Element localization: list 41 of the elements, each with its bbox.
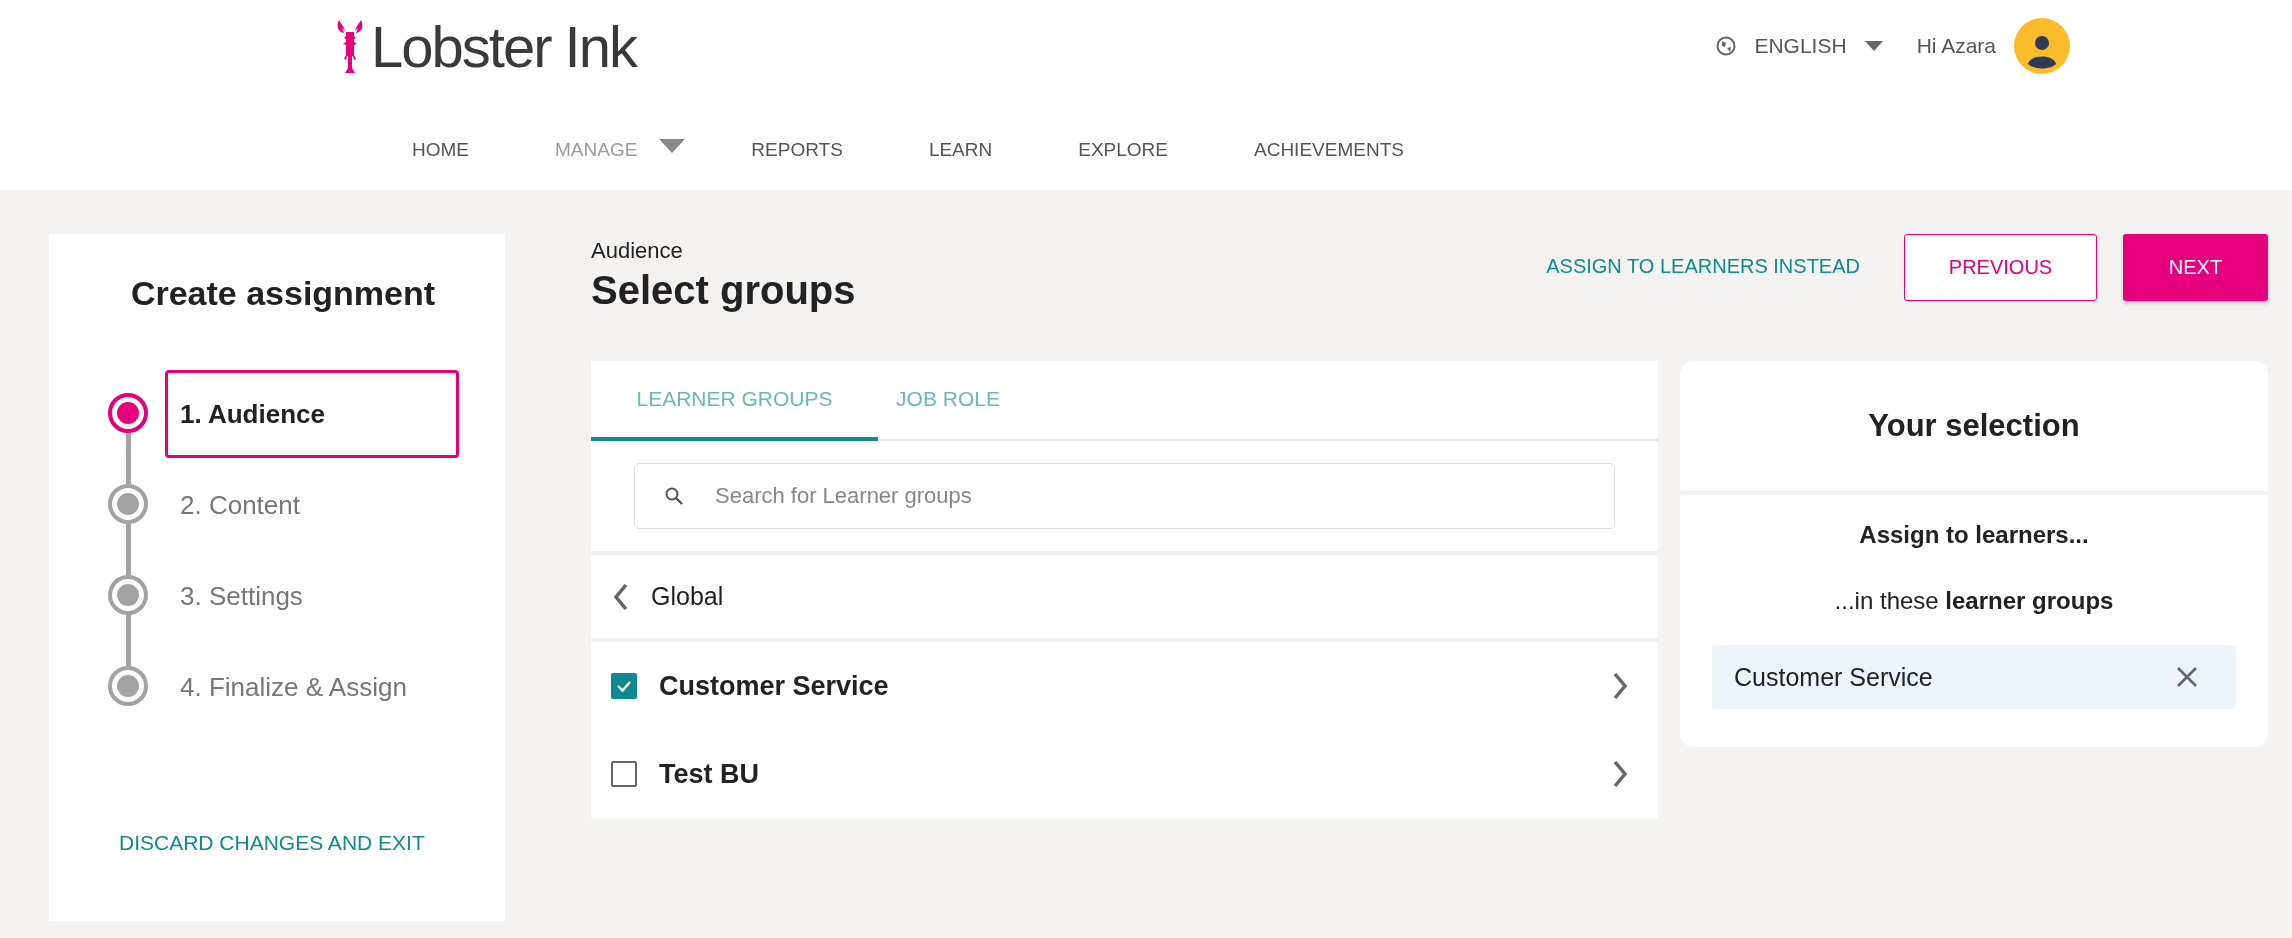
step-item[interactable]: 2. Content xyxy=(165,461,459,549)
discard-link[interactable]: DISCARD CHANGES AND EXIT xyxy=(119,831,505,855)
selection-subtitle: ...in these learner groups xyxy=(1834,587,2114,615)
tab[interactable]: JOB ROLE xyxy=(878,361,1018,441)
caret-icon[interactable] xyxy=(659,139,686,153)
chip-label: Customer Service xyxy=(1734,662,1933,692)
checkbox[interactable] xyxy=(611,673,637,699)
nav-link[interactable]: ACHIEVEMENTS xyxy=(1254,139,1404,161)
search-field[interactable]: Search for Learner groups xyxy=(634,463,1615,529)
chevron-right-icon[interactable] xyxy=(1612,760,1628,788)
nav-link[interactable]: LEARN xyxy=(928,139,993,161)
chevron-right-icon[interactable] xyxy=(1612,672,1628,700)
checkbox[interactable] xyxy=(611,761,637,787)
sidebar-title: Create assignment xyxy=(129,274,437,313)
lobster-icon xyxy=(335,18,365,74)
previous-button[interactable]: PREVIOUS xyxy=(1904,234,2097,301)
nav-link[interactable]: HOME xyxy=(412,139,469,161)
next-button[interactable]: NEXT xyxy=(2123,234,2268,301)
close-icon[interactable] xyxy=(2176,666,2198,688)
selection-lead: Assign to learners... xyxy=(1859,521,2089,549)
back-chevron-icon[interactable] xyxy=(613,582,629,611)
step-item[interactable]: 1. Audience xyxy=(165,370,459,458)
page-eyebrow: Audience xyxy=(591,238,684,264)
step-item[interactable]: 3. Settings xyxy=(165,552,459,640)
group-name: Test BU xyxy=(659,758,760,790)
nav-link[interactable]: REPORTS xyxy=(751,139,843,161)
step-item[interactable]: 4. Finalize & Assign xyxy=(165,643,459,731)
user-greeting: Hi Azara xyxy=(1916,34,1996,58)
selection-title: Your selection xyxy=(1868,408,2080,444)
globe-icon xyxy=(1716,36,1737,56)
nav-link[interactable]: EXPLORE xyxy=(1078,139,1168,161)
nav-link[interactable]: MANAGE xyxy=(555,139,638,161)
group-name: Customer Service xyxy=(659,670,890,702)
page-title: Select groups xyxy=(591,268,856,313)
tab[interactable]: LEARNER GROUPS xyxy=(591,361,878,441)
assign-learners-link[interactable]: ASSIGN TO LEARNERS INSTEAD xyxy=(1546,255,1860,278)
language-label[interactable]: ENGLISH xyxy=(1754,34,1847,58)
breadcrumb-label: Global xyxy=(651,582,724,611)
caret-icon[interactable] xyxy=(1864,41,1883,51)
logo-text[interactable]: Lobster Ink xyxy=(371,12,636,80)
avatar-icon[interactable] xyxy=(2014,18,2070,74)
